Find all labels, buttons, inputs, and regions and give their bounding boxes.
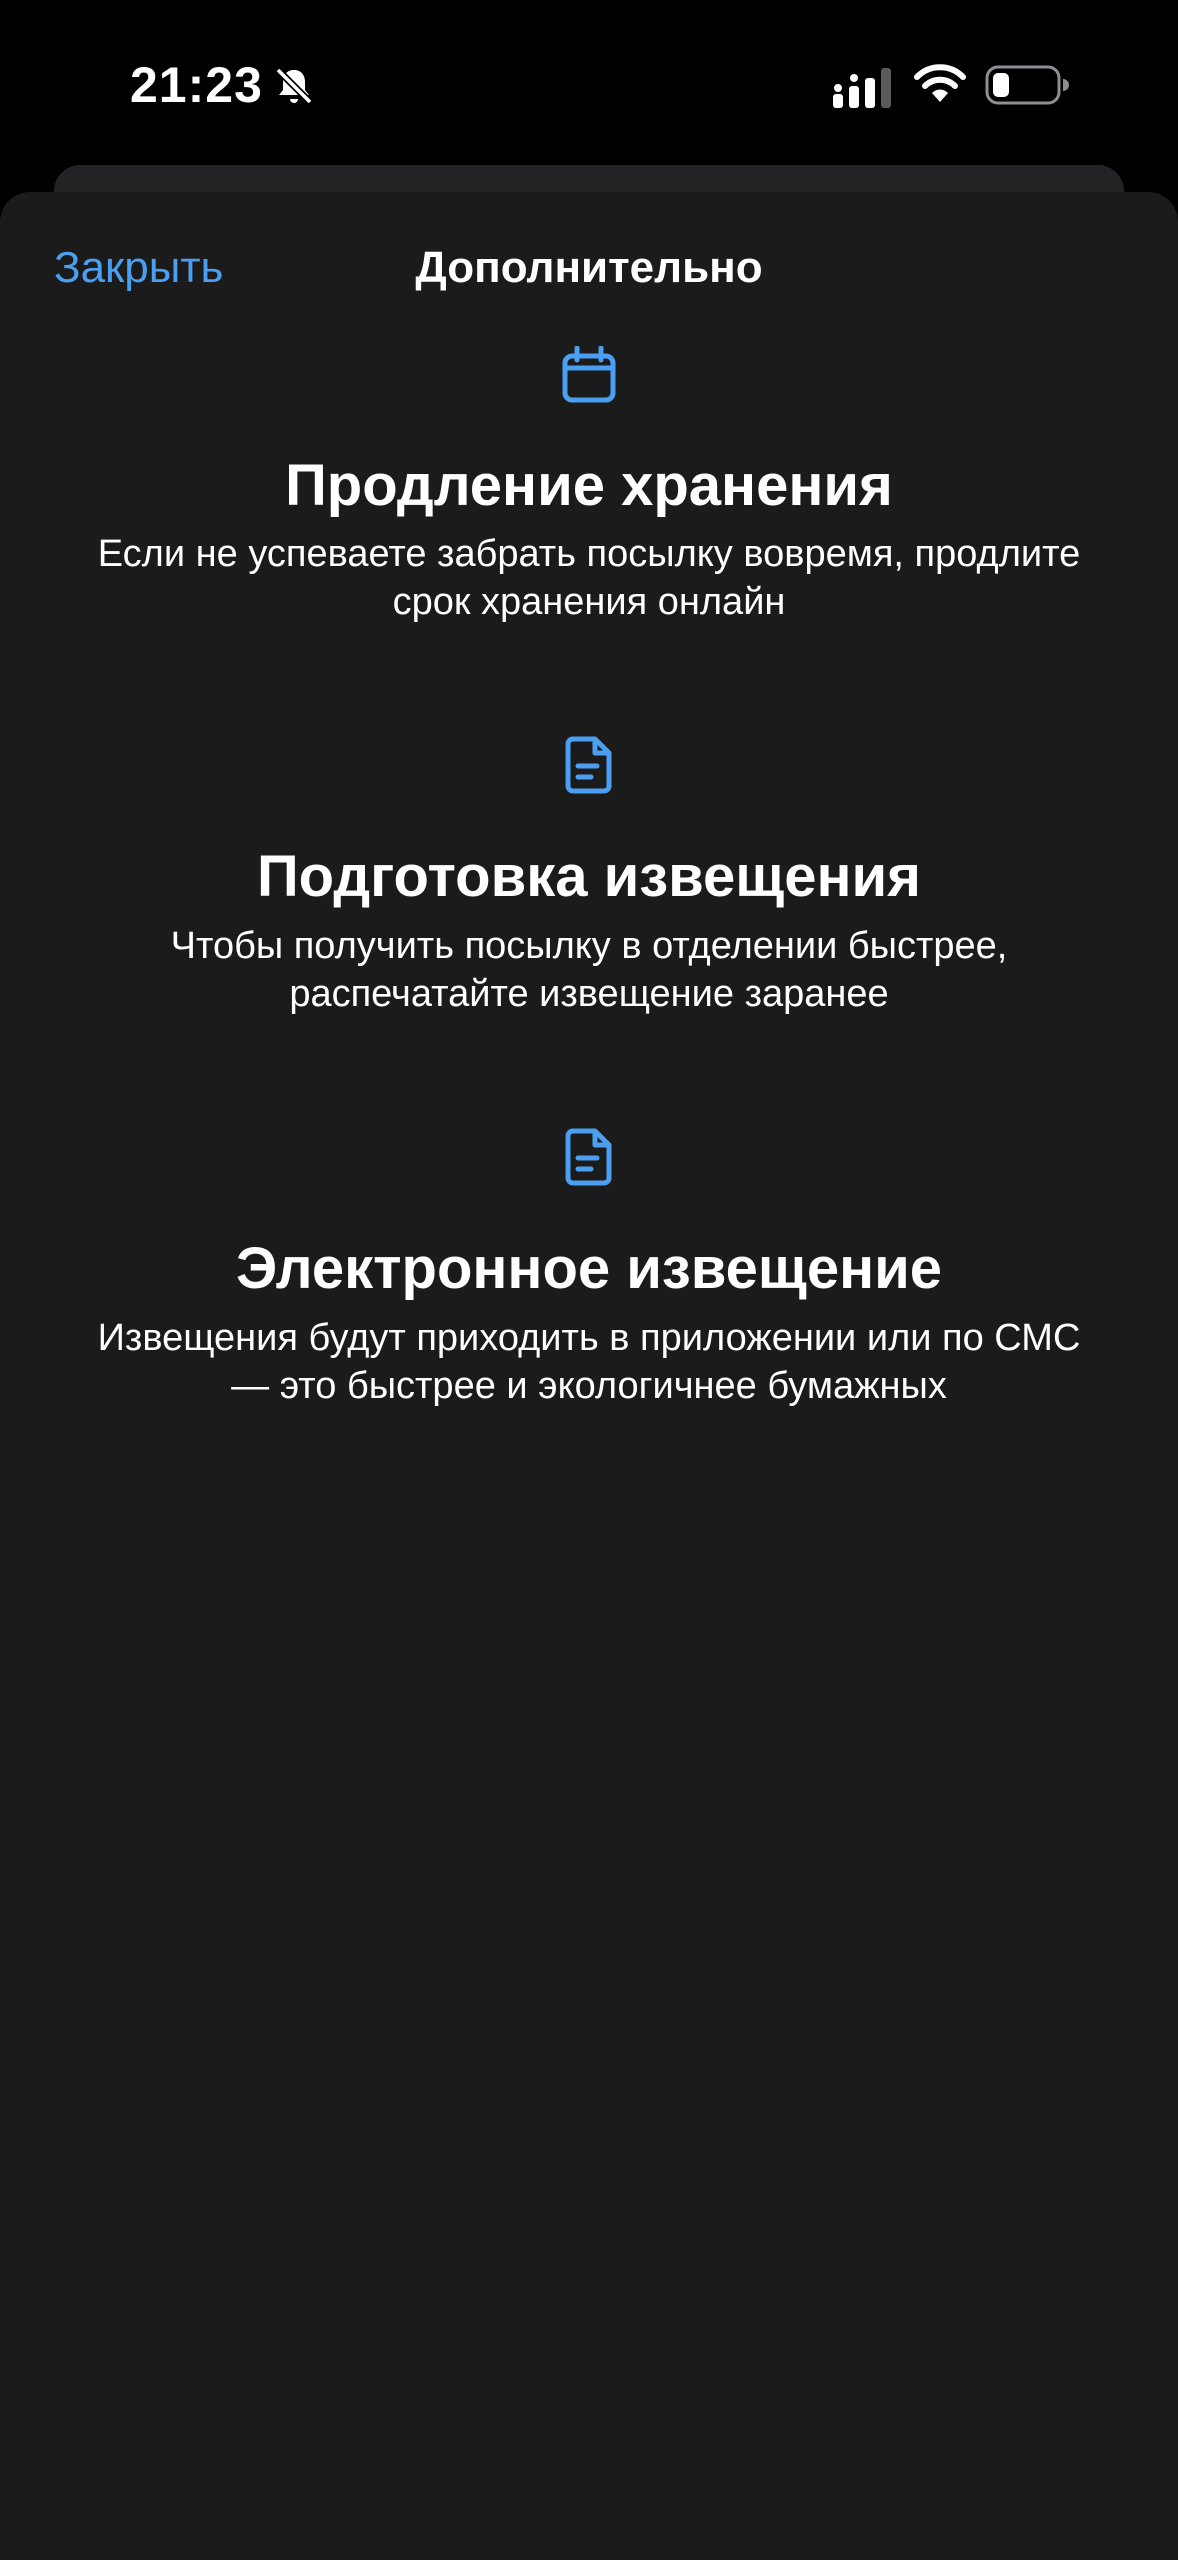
signal-icon	[833, 68, 891, 108]
feature-title: Подготовка извещения	[256, 844, 922, 909]
status-bar: 21:23	[0, 0, 1178, 170]
feature-description-line: Чтобы получить посылку в отделении быстр…	[170, 925, 1008, 967]
feature-description-line: срок хранения онлайн	[392, 581, 786, 623]
battery-icon	[985, 65, 1069, 105]
feature-description-line: распечатайте извещение заранее	[289, 973, 889, 1015]
feature-description-line: Если не успеваете забрать посылку воврем…	[97, 533, 1081, 575]
bell-muted-icon	[275, 67, 313, 105]
document-icon	[565, 736, 612, 794]
status-time: 21:23	[130, 57, 263, 113]
feature-title: Электронное извещение	[235, 1236, 943, 1301]
document-icon	[565, 1128, 612, 1186]
sheet-title: Дополнительно	[415, 243, 763, 292]
feature-description-line: Извещения будут приходить в приложении и…	[97, 1317, 1081, 1359]
feature-description-line: — это быстрее и экологичнее бумажных	[231, 1365, 947, 1407]
calendar-icon	[562, 346, 616, 403]
feature-title: Продление хранения	[285, 453, 893, 518]
wifi-icon	[914, 64, 966, 102]
